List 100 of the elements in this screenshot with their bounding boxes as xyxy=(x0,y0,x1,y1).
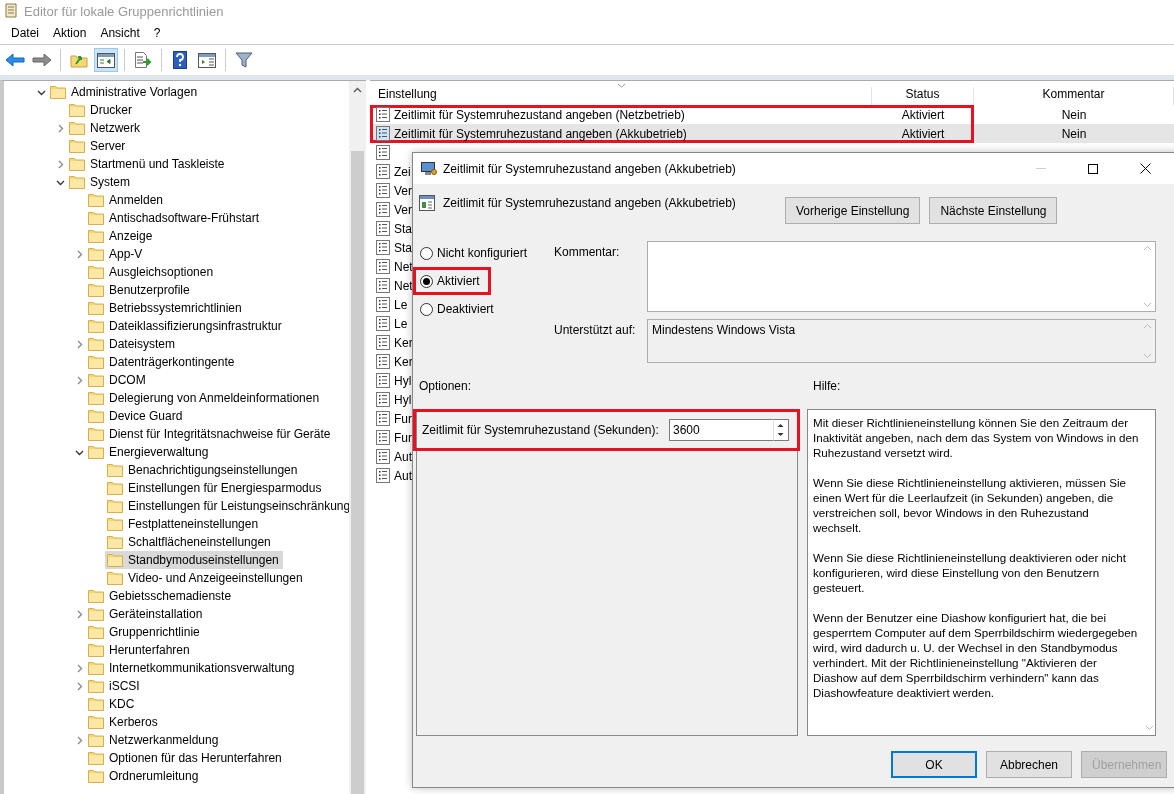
table-row[interactable]: Hyl xyxy=(370,390,412,409)
tree-item[interactable]: Benachrichtigungseinstellungen xyxy=(105,461,302,479)
policy-setting-icon xyxy=(376,259,390,274)
table-row[interactable]: Zeitlimit für Systemruhezustand angeben (Akkubetrieb) Aktiviert Nein xyxy=(370,124,1174,143)
table-row[interactable]: Ver xyxy=(370,181,412,200)
radio-option[interactable]: Nicht konfiguriert xyxy=(416,242,536,264)
toolbar-button[interactable] xyxy=(94,48,118,72)
supported-value: Mindestens Windows Vista xyxy=(651,322,797,339)
tree-item[interactable]: Anzeige xyxy=(86,227,157,245)
folder-icon xyxy=(88,409,104,423)
table-row[interactable]: Aut xyxy=(370,447,412,466)
table-row[interactable]: Zei xyxy=(370,162,412,181)
menu-item[interactable]: Aktion xyxy=(46,26,94,40)
tree-item[interactable]: Standbymoduseinstellungen xyxy=(105,551,283,569)
tree-item[interactable]: Energieverwaltung xyxy=(86,443,213,461)
tree-item[interactable]: Optionen für das Herunterfahren xyxy=(86,749,286,767)
tree-item[interactable]: Kerberos xyxy=(86,713,162,731)
table-row[interactable]: Ker xyxy=(370,352,412,371)
tree-item[interactable]: Schaltflächeneinstellungen xyxy=(105,533,275,551)
tree-item[interactable]: Server xyxy=(67,137,130,155)
number-field[interactable]: 3600 xyxy=(669,419,773,441)
tree-item[interactable]: Video- und Anzeigeeinstellungen xyxy=(105,569,307,587)
table-row[interactable]: Net xyxy=(370,257,412,276)
table-row[interactable]: Sta xyxy=(370,219,412,238)
supported-label: Unterstützt auf: xyxy=(554,322,637,339)
tree-item[interactable]: Gebietsschemadienste xyxy=(86,587,236,605)
dialog-button[interactable]: Abbrechen xyxy=(986,751,1072,778)
tree-item[interactable]: Betriebssystemrichtlinien xyxy=(86,299,246,317)
tree-item[interactable]: Dateisystem xyxy=(86,335,180,353)
folder-icon xyxy=(88,427,104,441)
radio-button[interactable] xyxy=(420,302,433,316)
column-header[interactable]: Kommentar xyxy=(974,87,1174,105)
tree-item[interactable]: Delegierung von Anmeldeinformationen xyxy=(86,389,324,407)
table-row[interactable]: Sta xyxy=(370,238,412,257)
tree-item[interactable]: Einstellungen für Energiesparmodus xyxy=(105,479,326,497)
folder-icon xyxy=(88,643,104,657)
table-row[interactable]: Fur xyxy=(370,409,412,428)
tree-item[interactable]: Netzwerk xyxy=(67,119,144,137)
tree-item[interactable]: Netzwerkanmeldung xyxy=(86,731,223,749)
action-pane-icon xyxy=(198,52,216,68)
radio-button[interactable] xyxy=(420,246,433,260)
setting-name: Fur xyxy=(394,411,412,426)
tree-item[interactable]: Antischadsoftware-Frühstart xyxy=(86,209,264,227)
setting-name: Net xyxy=(394,259,412,274)
menu-item[interactable]: Ansicht xyxy=(93,26,147,40)
table-row[interactable]: Zeitlimit für Systemruhezustand angeben (Netzbetrieb) Aktiviert Nein xyxy=(370,105,1174,124)
table-row[interactable]: Fur xyxy=(370,428,412,447)
folder-icon xyxy=(107,571,123,585)
tree-item[interactable]: Dienst für Integritätsnachweise für Geräte xyxy=(86,425,335,443)
table-row[interactable]: Le xyxy=(370,314,412,333)
policy-setting-icon xyxy=(376,202,390,217)
tree-item[interactable]: DCOM xyxy=(86,371,150,389)
tree-item[interactable]: iSCSI xyxy=(86,677,144,695)
folder-icon xyxy=(88,247,104,261)
folder-icon xyxy=(107,535,123,549)
help-paragraph: Wenn der Benutzer eine Diashow konfiguriert hat, die bei gesperrtem Computer auf dem Sperrbildschirm wiedergegeben wird, wird dadurch u. U. der Wechsel in den Standbymodus verhindert. Mit der Richtlinieneinstellung "Aktivieren der Diashow auf dem Sperrbildschirm verhindern" kann das Diashowfeature deaktiviert werden. xyxy=(813,610,1139,700)
tree-item[interactable]: Drucker xyxy=(67,101,136,119)
comment-field[interactable] xyxy=(647,241,1156,312)
tree-item[interactable]: System xyxy=(67,173,134,191)
column-header[interactable]: Status xyxy=(872,87,974,105)
tree-item[interactable]: Ausgleichsoptionen xyxy=(86,263,218,281)
spin-buttons[interactable] xyxy=(773,419,789,441)
table-row[interactable]: Ver xyxy=(370,200,412,219)
tree-item[interactable]: Administrative Vorlagen xyxy=(48,83,202,101)
tree-item[interactable]: Geräteinstallation xyxy=(86,605,207,623)
tree-item[interactable]: Festplatteneinstellungen xyxy=(105,515,263,533)
nav-button[interactable]: Nächste Einstellung xyxy=(929,197,1058,224)
dialog-button[interactable]: OK xyxy=(891,751,977,778)
column-header[interactable]: Einstellung xyxy=(370,87,872,105)
radio-option[interactable]: Deaktiviert xyxy=(416,298,502,320)
tree-item[interactable]: KDC xyxy=(86,695,139,713)
tree-item[interactable]: Ordnerumleitung xyxy=(86,767,203,785)
policy-setting-icon xyxy=(376,297,390,312)
tree-item[interactable]: Benutzerprofile xyxy=(86,281,194,299)
radio-label: Nicht konfiguriert xyxy=(437,246,528,260)
tree-item[interactable]: Einstellungen für Leistungseinschränkung xyxy=(105,497,349,515)
radio-option[interactable]: Aktiviert xyxy=(416,270,488,292)
tree-item[interactable]: Anmelden xyxy=(86,191,168,209)
tree-item[interactable]: Startmenü und Taskleiste xyxy=(67,155,229,173)
window-title: Editor für lokale Gruppenrichtlinien xyxy=(24,3,224,19)
tree-item[interactable]: Gruppenrichtlinie xyxy=(86,623,204,641)
table-row[interactable]: Le xyxy=(370,295,412,314)
tree-item[interactable]: Device Guard xyxy=(86,407,187,425)
scroll-up-icon[interactable] xyxy=(353,86,362,93)
table-row[interactable]: Hyl xyxy=(370,371,412,390)
tree-item[interactable]: Internetkommunikationsverwaltung xyxy=(86,659,299,677)
back-arrow-icon xyxy=(5,53,25,67)
nav-button[interactable]: Vorherige Einstellung xyxy=(785,197,921,224)
scroll-up-icon xyxy=(1143,245,1152,251)
tree-item[interactable]: Herunterfahren xyxy=(86,641,194,659)
scrollbar[interactable] xyxy=(349,81,366,794)
table-row[interactable]: Ker xyxy=(370,333,412,352)
table-row[interactable]: Aut xyxy=(370,466,412,485)
radio-button[interactable] xyxy=(420,274,433,288)
tree-item[interactable]: Dateiklassifizierungsinfrastruktur xyxy=(86,317,286,335)
tree-item[interactable]: App-V xyxy=(86,245,147,263)
tree-item[interactable]: Datenträgerkontingente xyxy=(86,353,239,371)
menu-item[interactable]: ? xyxy=(146,26,168,40)
table-row[interactable]: Net xyxy=(370,276,412,295)
menu-item[interactable]: Datei xyxy=(4,26,46,40)
